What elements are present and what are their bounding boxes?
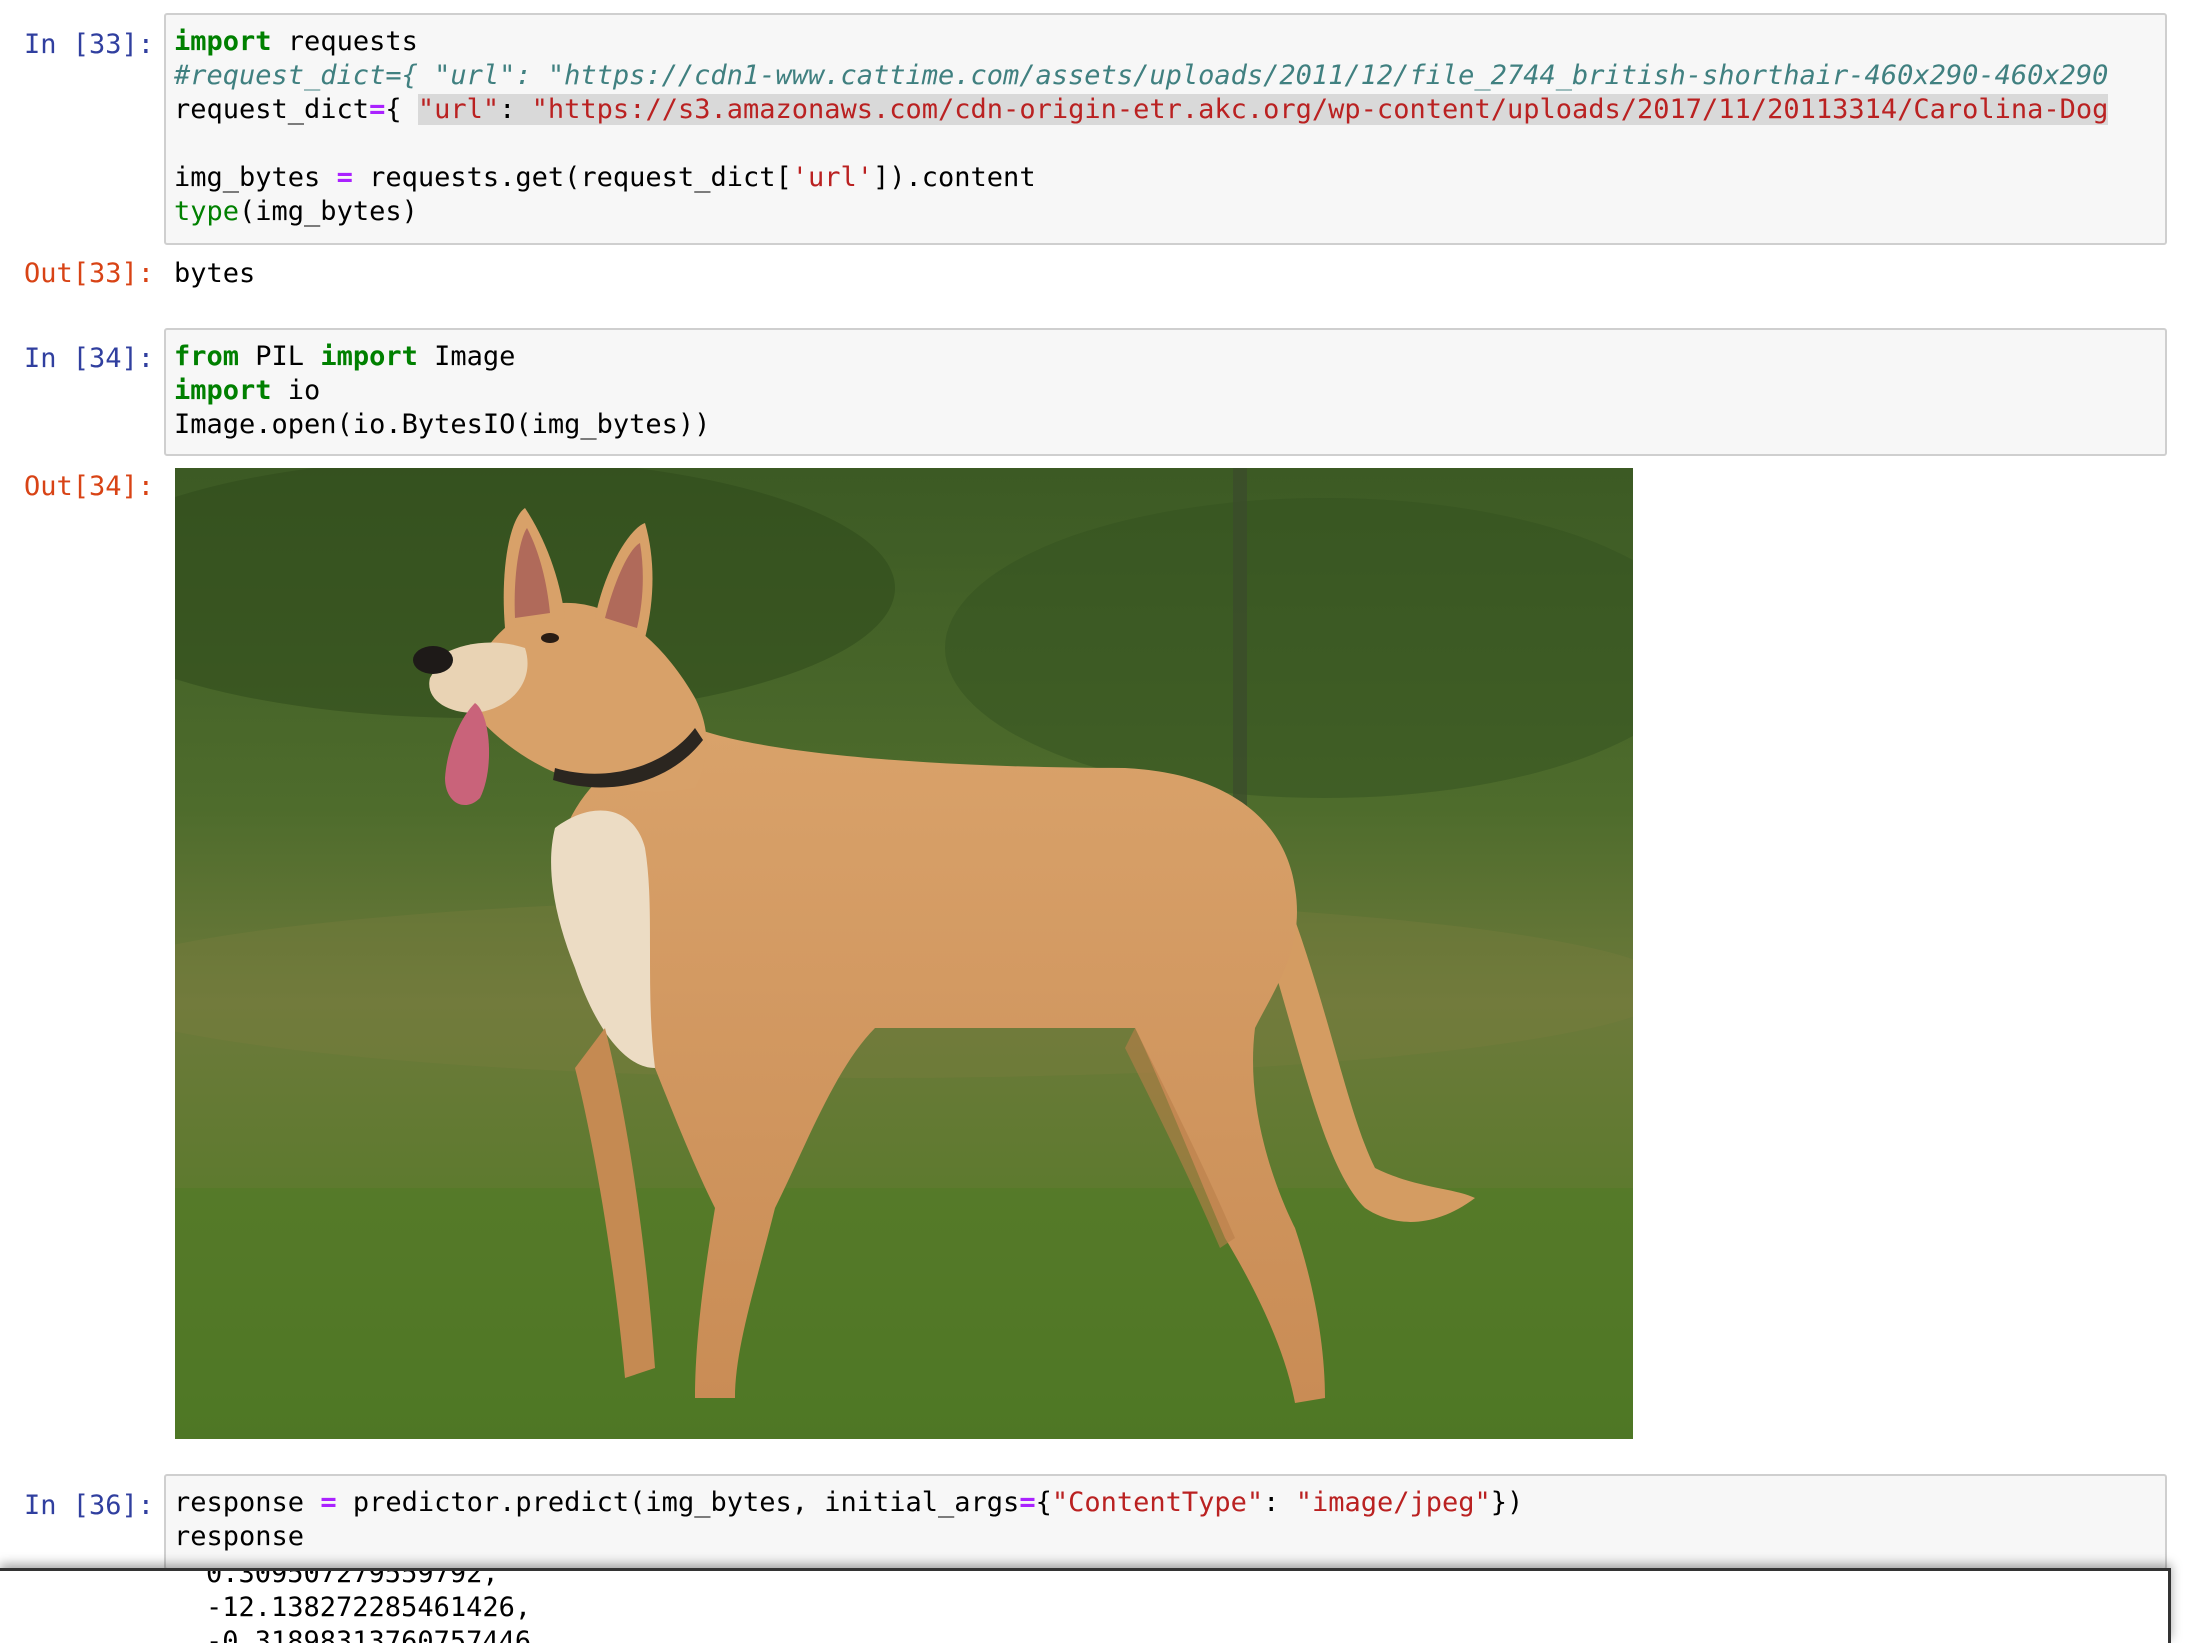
cell-33-output: bytes [174, 258, 256, 289]
dog-image-output [175, 468, 1633, 1439]
cell-36-code: response = predictor.predict(img_bytes, … [174, 1487, 1524, 1552]
cell-34-out-prompt: Out[34]: [23, 471, 154, 502]
cell-33-code: import requests #request_dict={ "url": "… [174, 26, 2109, 227]
cell-33-in-prompt: In [33]: [23, 29, 154, 60]
cell-33-code-editor[interactable]: import requests #request_dict={ "url": "… [164, 13, 2167, 245]
scrolled-output-lines: 0.309507279559792, -12.138272285461426, … [206, 1568, 548, 1643]
cell-34-in-prompt: In [34]: [23, 343, 154, 374]
cell-33-out-prompt: Out[33]: [23, 258, 154, 289]
scrolled-output-panel[interactable]: 0.309507279559792, -12.138272285461426, … [0, 1568, 2171, 1643]
cell-36-in-prompt: In [36]: [23, 1490, 154, 1521]
cell-34-code: from PIL import Image import io Image.op… [174, 341, 711, 440]
cell-36-code-editor[interactable]: response = predictor.predict(img_bytes, … [164, 1474, 2167, 1570]
cell-34-code-editor[interactable]: from PIL import Image import io Image.op… [164, 328, 2167, 456]
